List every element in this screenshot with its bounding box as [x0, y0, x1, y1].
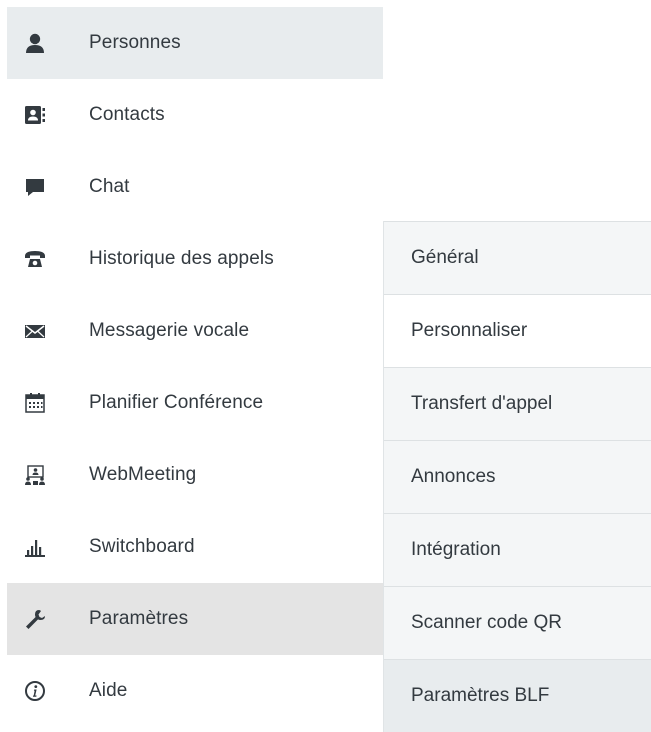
sidebar-item-parametres[interactable]: Paramètres: [7, 583, 383, 655]
submenu-item-label: Annonces: [411, 466, 496, 487]
sidebar-item-label: Aide: [89, 680, 128, 701]
sidebar-item-label: Contacts: [89, 104, 165, 125]
sidebar-item-webmeeting[interactable]: WebMeeting: [7, 439, 383, 511]
sidebar-item-label: Chat: [89, 176, 130, 197]
submenu-item-personnaliser[interactable]: Personnaliser: [384, 295, 651, 368]
submenu-item-label: Transfert d'appel: [411, 393, 553, 414]
submenu-item-transfert-appel[interactable]: Transfert d'appel: [384, 368, 651, 441]
sidebar-item-aide[interactable]: Aide: [7, 655, 383, 727]
person-icon: [24, 32, 46, 54]
sidebar-item-messagerie[interactable]: Messagerie vocale: [7, 295, 383, 367]
address-book-icon: [24, 104, 46, 126]
submenu-item-label: Paramètres BLF: [411, 685, 550, 706]
sidebar-item-label: Switchboard: [89, 536, 195, 557]
sidebar-menu: Personnes Contacts Chat Historique des a…: [7, 7, 383, 727]
envelope-icon: [24, 320, 46, 342]
sidebar-item-planifier[interactable]: Planifier Conférence: [7, 367, 383, 439]
submenu-item-label: Scanner code QR: [411, 612, 563, 633]
settings-submenu: Général Personnaliser Transfert d'appel …: [383, 221, 651, 732]
info-icon: [24, 680, 46, 702]
submenu-item-label: Personnaliser: [411, 320, 528, 341]
sidebar-item-chat[interactable]: Chat: [7, 151, 383, 223]
bar-chart-icon: [24, 536, 46, 558]
wrench-icon: [24, 608, 46, 630]
sidebar-item-label: Historique des appels: [89, 248, 274, 269]
submenu-item-label: Intégration: [411, 539, 501, 560]
submenu-item-scanner-qr[interactable]: Scanner code QR: [384, 587, 651, 660]
submenu-item-general[interactable]: Général: [384, 221, 651, 295]
submenu-item-label: Général: [411, 247, 479, 268]
webmeeting-icon: [24, 464, 46, 486]
sidebar-item-label: WebMeeting: [89, 464, 197, 485]
chat-bubble-icon: [24, 176, 46, 198]
submenu-item-integration[interactable]: Intégration: [384, 514, 651, 587]
submenu-item-parametres-blf[interactable]: Paramètres BLF: [384, 660, 651, 732]
submenu-item-annonces[interactable]: Annonces: [384, 441, 651, 514]
telephone-icon: [24, 248, 46, 270]
sidebar-item-contacts[interactable]: Contacts: [7, 79, 383, 151]
sidebar-item-label: Messagerie vocale: [89, 320, 250, 341]
sidebar-item-label: Personnes: [89, 32, 181, 53]
sidebar-item-label: Planifier Conférence: [89, 392, 264, 413]
sidebar-item-personnes[interactable]: Personnes: [7, 7, 383, 79]
sidebar-item-historique[interactable]: Historique des appels: [7, 223, 383, 295]
sidebar-item-switchboard[interactable]: Switchboard: [7, 511, 383, 583]
sidebar-item-label: Paramètres: [89, 608, 189, 629]
calendar-icon: [24, 392, 46, 414]
